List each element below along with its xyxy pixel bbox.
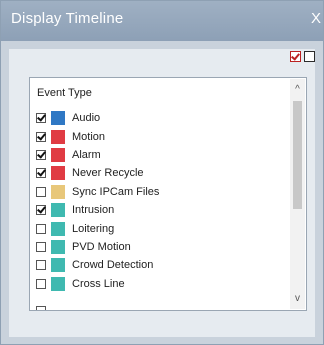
event-checkbox[interactable]	[36, 205, 46, 216]
window-title: Display Timeline	[11, 10, 124, 27]
event-type-row[interactable]: Sync IPCam Files	[36, 183, 280, 201]
event-type-row[interactable]: Loitering	[36, 219, 280, 237]
event-color-swatch	[51, 203, 65, 218]
event-type-row[interactable]: Motion	[36, 127, 280, 145]
event-type-label: Motion	[72, 130, 106, 143]
event-type-label: Intrusion	[72, 204, 115, 217]
vertical-scrollbar[interactable]: ^ v	[290, 79, 305, 309]
event-type-label: PVD Motion	[72, 240, 131, 253]
close-button[interactable]: X	[311, 10, 321, 27]
event-checkbox[interactable]	[36, 186, 46, 197]
partially-visible-row	[36, 306, 76, 310]
event-type-row[interactable]: Cross Line	[36, 275, 280, 293]
event-type-row[interactable]: PVD Motion	[36, 238, 280, 256]
event-type-row[interactable]: Audio	[36, 109, 280, 127]
event-type-label: Never Recycle	[72, 167, 144, 180]
event-color-swatch	[51, 221, 65, 236]
scroll-down-icon[interactable]: v	[290, 291, 305, 307]
scroll-up-icon[interactable]: ^	[290, 82, 305, 98]
event-type-list: Event Type Audio Motion Alarm Never Recycle…	[29, 77, 307, 311]
event-type-label: Cross Line	[72, 277, 125, 290]
checkbox[interactable]	[36, 306, 46, 310]
event-color-swatch	[51, 239, 65, 254]
event-type-row[interactable]: Crowd Detection	[36, 256, 280, 274]
event-list-items: Audio Motion Alarm Never Recycle Sync IPCam …	[36, 109, 280, 293]
event-type-label: Alarm	[72, 148, 101, 161]
event-color-swatch	[51, 147, 65, 162]
event-checkbox[interactable]	[36, 241, 46, 252]
event-type-label: Loitering	[72, 222, 115, 235]
event-checkbox[interactable]	[36, 149, 46, 160]
event-checkbox[interactable]	[36, 278, 46, 289]
scroll-thumb[interactable]	[293, 101, 302, 209]
event-color-swatch	[51, 276, 65, 291]
event-checkbox[interactable]	[36, 168, 46, 179]
event-color-swatch	[51, 166, 65, 181]
display-timeline-window: Display Timeline X Event Type Audio Motio…	[0, 0, 324, 345]
title-bar[interactable]: Display Timeline X	[1, 1, 323, 41]
event-type-label: Audio	[72, 112, 101, 125]
event-checkbox[interactable]	[36, 113, 46, 124]
event-color-swatch	[51, 129, 65, 144]
event-type-label: Sync IPCam Files	[72, 185, 160, 198]
event-checkbox[interactable]	[36, 223, 46, 234]
toolbar	[290, 51, 315, 65]
event-type-row[interactable]: Alarm	[36, 146, 280, 164]
event-color-swatch	[51, 184, 65, 199]
event-color-swatch	[51, 258, 65, 273]
event-type-row[interactable]: Intrusion	[36, 201, 280, 219]
event-type-label: Crowd Detection	[72, 259, 154, 272]
event-checkbox[interactable]	[36, 260, 46, 271]
event-checkbox[interactable]	[36, 131, 46, 142]
event-type-row[interactable]: Never Recycle	[36, 164, 280, 182]
event-color-swatch	[51, 111, 65, 126]
list-header: Event Type	[37, 87, 92, 99]
uncheck-all-icon[interactable]	[304, 51, 315, 62]
check-all-icon[interactable]	[290, 51, 301, 62]
